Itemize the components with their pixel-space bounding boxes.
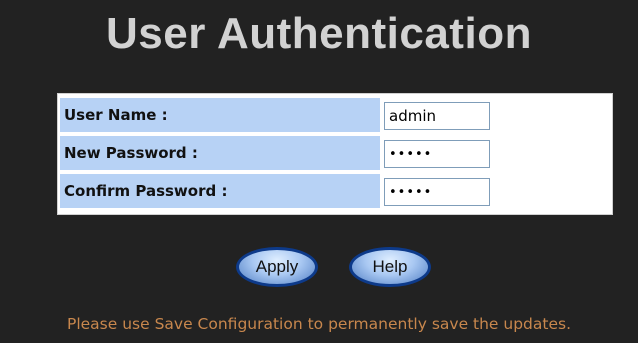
user-name-label: User Name : — [60, 98, 380, 132]
user-auth-form: User Name : New Password : Confirm Passw… — [57, 93, 613, 215]
page-title: User Authentication — [106, 9, 532, 58]
confirm-password-input[interactable] — [384, 178, 490, 206]
user-name-input[interactable] — [384, 102, 490, 130]
new-password-input[interactable] — [384, 140, 490, 168]
save-configuration-notice: Please use Save Configuration to permane… — [66, 315, 572, 333]
apply-button[interactable]: Apply — [236, 247, 318, 287]
confirm-password-label: Confirm Password : — [60, 174, 380, 208]
user-name-row: User Name : — [58, 98, 612, 132]
confirm-password-row: Confirm Password : — [58, 174, 612, 208]
new-password-row: New Password : — [58, 136, 612, 170]
help-button[interactable]: Help — [349, 247, 431, 287]
new-password-label: New Password : — [60, 136, 380, 170]
